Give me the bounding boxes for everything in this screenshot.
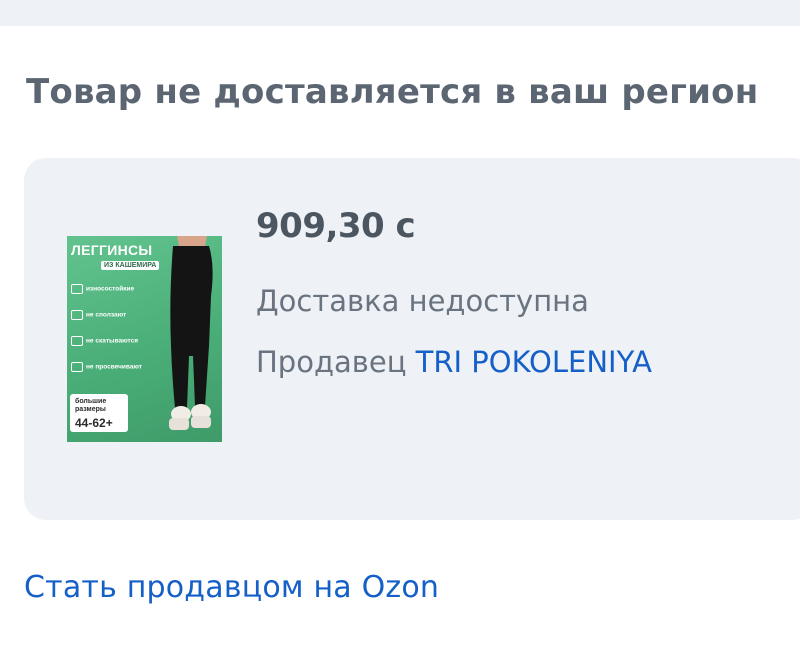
product-image-feature: не скатываются xyxy=(71,336,138,346)
product-image[interactable]: ЛЕГГИНСЫ ИЗ КАШЕМИРА износостойкие не сп… xyxy=(67,236,222,442)
product-image-feature: не сползают xyxy=(71,310,126,320)
product-price: 909,30 с xyxy=(256,206,416,246)
product-image-subtitle: ИЗ КАШЕМИРА xyxy=(101,261,160,270)
seller-line: Продавец TRI POKOLENIYA xyxy=(256,345,652,379)
seller-label: Продавец xyxy=(256,345,407,379)
product-image-sizes-badge: большие размеры 44-62+ xyxy=(70,394,128,432)
shield-icon xyxy=(71,284,83,294)
section-title: Товар не доставляется в ваш регион xyxy=(26,72,759,112)
become-seller-link[interactable]: Стать продавцом на Ozon xyxy=(24,570,439,605)
eye-off-icon xyxy=(71,362,83,372)
delivery-status: Доставка недоступна xyxy=(256,284,589,318)
top-panel-edge xyxy=(0,0,800,26)
roll-icon xyxy=(71,336,83,346)
seller-name-link[interactable]: TRI POKOLENIYA xyxy=(416,345,652,379)
product-image-title: ЛЕГГИНСЫ xyxy=(71,242,153,258)
product-image-feature: износостойкие xyxy=(71,284,134,294)
model-figure xyxy=(169,236,213,430)
chevron-icon xyxy=(71,310,83,320)
product-card[interactable]: ЛЕГГИНСЫ ИЗ КАШЕМИРА износостойкие не сп… xyxy=(24,158,800,520)
product-image-feature: не просвечивают xyxy=(71,362,142,372)
